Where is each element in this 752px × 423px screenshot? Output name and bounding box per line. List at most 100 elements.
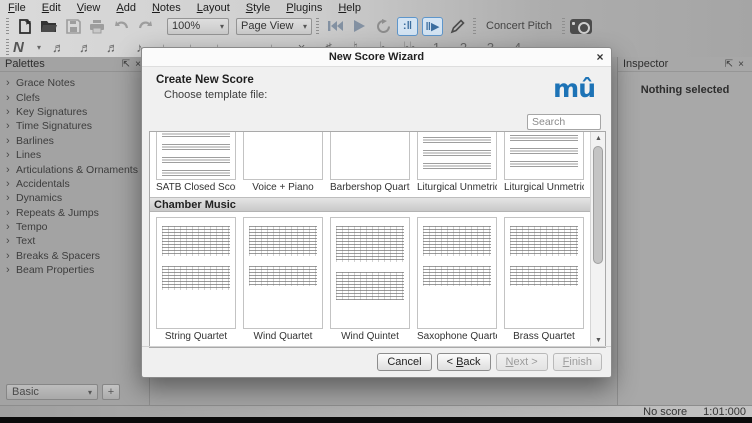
wizard-heading: Create New Score [156,74,597,86]
toolbar-drag-handle[interactable] [316,18,319,34]
note-64th-icon[interactable]: ♬ [45,40,72,55]
template-row-chamber: String Quartet Wind Quartet Wind Quintet… [150,217,590,342]
note-input-button[interactable]: N [13,39,33,56]
note-32nd-icon[interactable]: ♬ [72,40,99,55]
chevron-right-icon: › [6,77,16,89]
dialog-titlebar[interactable]: New Score Wizard × [142,48,611,67]
template-scrollbar[interactable]: ▲ ▼ [590,132,605,347]
palette-item-articulations[interactable]: ›Articulations & Ornaments [6,162,149,176]
menu-help[interactable]: Help [338,2,361,14]
palettes-panel: Palettes ⇱ × ›Grace Notes ›Clefs ›Key Si… [0,57,150,405]
menu-notes[interactable]: Notes [152,2,181,14]
palette-item-dynamics[interactable]: ›Dynamics [6,191,149,205]
rewind-icon[interactable] [323,16,347,36]
combo-arrow-icon: ▾ [303,22,307,31]
template-satb-closed-piano[interactable]: SATB Closed Score + Piano [156,131,236,193]
palette-item-clefs[interactable]: ›Clefs [6,90,149,104]
note-16th-icon[interactable]: ♬ [99,40,126,55]
palette-item-lines[interactable]: ›Lines [6,148,149,162]
dialog-close-icon[interactable]: × [589,50,611,64]
template-liturgical-unmetrical[interactable]: Liturgical Unmetrical [417,131,497,193]
palette-list: ›Grace Notes ›Clefs ›Key Signatures ›Tim… [0,72,149,277]
back-button[interactable]: < Back [437,353,491,371]
toolbar-drag-handle[interactable] [6,39,9,55]
workspace-value: Basic [12,386,39,398]
template-search-input[interactable] [527,114,601,130]
chevron-right-icon: › [6,106,16,118]
view-mode-combo[interactable]: Page View ▾ [236,18,312,35]
menu-add[interactable]: Add [116,2,136,14]
palettes-titlebar: Palettes ⇱ × [0,57,149,72]
palette-item-key-signatures[interactable]: ›Key Signatures [6,105,149,119]
menu-view[interactable]: View [77,2,101,14]
palette-item-breaks-spacers[interactable]: ›Breaks & Spacers [6,249,149,263]
repeat-icon: :‖ [403,20,412,32]
template-string-quartet[interactable]: String Quartet [156,217,236,342]
menu-edit[interactable]: Edit [42,2,61,14]
palette-item-barlines[interactable]: ›Barlines [6,134,149,148]
loop-playback-icon[interactable] [371,16,395,36]
chevron-right-icon: › [6,164,16,176]
template-wind-quintet[interactable]: Wind Quintet [330,217,410,342]
chevron-right-icon: › [6,135,16,147]
menu-layout[interactable]: Layout [197,2,230,14]
pan-toggle[interactable]: ‖▶ [422,17,443,36]
new-score-icon[interactable] [13,16,37,36]
toolbar-drag-handle[interactable] [473,18,476,34]
score-status: No score [643,406,687,418]
palette-item-beam-properties[interactable]: ›Beam Properties [6,263,149,277]
note-input-arrow-icon[interactable]: ▾ [37,43,41,52]
menu-plugins[interactable]: Plugins [286,2,322,14]
chevron-right-icon: › [6,221,16,233]
palette-item-tempo[interactable]: ›Tempo [6,220,149,234]
main-toolbar: 100% ▾ Page View ▾ :‖ ‖▶ [0,15,752,37]
workspace-combo[interactable]: Basic ▾ [6,384,98,400]
template-saxophone-quartet[interactable]: Saxophone Quartet [417,217,497,342]
float-panel-icon[interactable]: ⇱ [120,59,132,70]
wizard-subheading: Choose template file: [156,89,597,101]
undo-icon[interactable] [109,16,133,36]
save-icon[interactable] [61,16,85,36]
template-liturgical-unmetrical-2[interactable]: Liturgical Unmetrical... [504,131,584,193]
template-wind-quartet[interactable]: Wind Quartet [243,217,323,342]
toolbar-drag-handle[interactable] [6,18,9,34]
inspector-empty-text: Nothing selected [618,84,752,96]
redo-icon[interactable] [133,16,157,36]
palette-item-text[interactable]: ›Text [6,234,149,248]
palette-item-repeats-jumps[interactable]: ›Repeats & Jumps [6,206,149,220]
cancel-button[interactable]: Cancel [377,353,431,371]
menu-style[interactable]: Style [246,2,270,14]
chevron-right-icon: › [6,120,16,132]
menu-file[interactable]: File [8,2,26,14]
print-icon[interactable] [85,16,109,36]
template-voice-piano[interactable]: Voice + Piano [243,131,323,193]
float-panel-icon[interactable]: ⇱ [723,59,735,70]
pan-icon: ‖▶ [426,20,440,33]
chevron-right-icon: › [6,178,16,190]
toolbar-drag-handle[interactable] [562,18,565,34]
add-workspace-button[interactable]: + [102,384,120,400]
dialog-header: Create New Score Choose template file: [142,67,611,101]
chevron-right-icon: › [6,149,16,161]
palette-item-accidentals[interactable]: ›Accidentals [6,177,149,191]
palettes-title: Palettes [5,58,45,70]
palette-item-time-signatures[interactable]: ›Time Signatures [6,119,149,133]
edit-mode-icon[interactable] [445,16,469,36]
concert-pitch-button[interactable]: Concert Pitch [480,20,558,32]
next-button[interactable]: Next > [496,353,548,371]
finish-button[interactable]: Finish [553,353,602,371]
scroll-up-icon[interactable]: ▲ [591,132,606,145]
close-panel-icon[interactable]: × [735,59,747,70]
play-icon[interactable] [347,16,371,36]
scrollbar-thumb[interactable] [593,146,603,264]
status-bar: No score 1:01:000 [0,405,752,417]
playback-position: 1:01:000 [703,406,746,418]
open-file-icon[interactable] [37,16,61,36]
template-barbershop-quartet[interactable]: Barbershop Quartet [330,131,410,193]
screenshot-icon[interactable] [569,16,593,36]
palette-item-grace-notes[interactable]: ›Grace Notes [6,76,149,90]
view-mode-value: Page View [241,20,293,32]
repeat-toggle[interactable]: :‖ [397,17,418,36]
zoom-combo[interactable]: 100% ▾ [167,18,229,35]
template-brass-quartet[interactable]: Brass Quartet [504,217,584,342]
